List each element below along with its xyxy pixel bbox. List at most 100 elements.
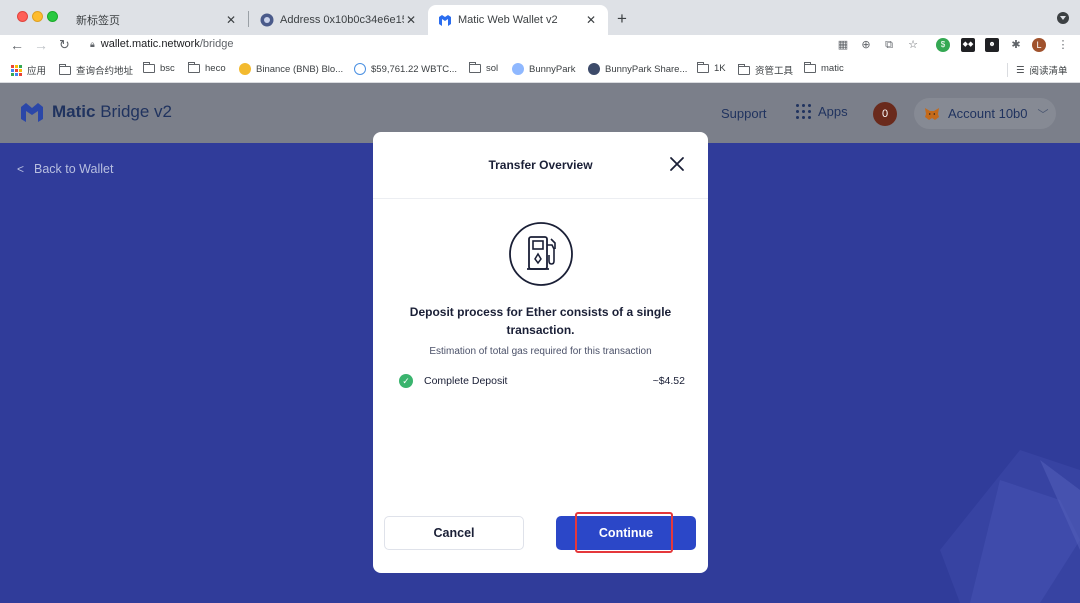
bunnypark-icon [512, 63, 524, 75]
cancel-button[interactable]: Cancel [384, 516, 524, 550]
translate-icon[interactable]: ⧉ [882, 38, 896, 52]
transfer-overview-modal: Transfer Overview Deposit process for Et… [373, 132, 708, 573]
bookmark-folder[interactable]: sol [469, 62, 499, 74]
bookmark-label: 查询合约地址 [76, 66, 134, 77]
brand-bold: Matic [52, 102, 96, 121]
polygonscan-favicon-icon [260, 13, 274, 27]
browser-tab-matic-wallet[interactable]: Matic Web Wallet v2 ✕ [428, 5, 608, 35]
new-tab-icon[interactable]: + [617, 9, 627, 29]
account-label: Account 10b0 [948, 106, 1028, 121]
zoom-window-button[interactable] [47, 11, 58, 22]
browser-tab-newtab[interactable]: 新标签页 ✕ [66, 5, 248, 35]
bookmark-folder[interactable]: 1K [697, 62, 726, 74]
bookmark-link[interactable]: BunnyPark [512, 63, 575, 75]
bookmark-label: heco [205, 63, 226, 74]
apps-label: Apps [818, 104, 848, 119]
folder-icon [469, 62, 481, 73]
metamask-fox-icon [925, 107, 939, 120]
tab-close-icon[interactable]: ✕ [404, 13, 418, 27]
bookmark-star-icon[interactable]: ☆ [906, 38, 920, 52]
step-row: ✓ Complete Deposit ~$4.52 [399, 373, 685, 389]
extension-dark-icon[interactable]: ◆◆ [961, 38, 975, 52]
bookmark-link[interactable]: Binance (BNB) Blo... [239, 63, 343, 75]
extension-green-icon[interactable]: $ [936, 38, 950, 52]
folder-icon [804, 62, 816, 73]
extension-face-icon[interactable]: ☻ [985, 38, 999, 52]
reading-list-icon: ☰ [1016, 64, 1025, 76]
account-dropdown[interactable]: Account 10b0 ﹀ [914, 98, 1056, 129]
folder-icon [188, 62, 200, 73]
support-link[interactable]: Support [721, 106, 767, 121]
annotation-highlight-box [575, 512, 673, 553]
brand-rest: Bridge v2 [95, 102, 173, 121]
back-link-label: Back to Wallet [34, 162, 114, 176]
bookmark-label: matic [821, 63, 844, 74]
profile-avatar[interactable]: L [1032, 38, 1046, 52]
extensions-puzzle-icon[interactable]: ✱ [1009, 38, 1023, 52]
deposit-headline: Deposit process for Ether consists of a … [409, 305, 672, 337]
url-path: /bridge [199, 38, 234, 50]
background-illustration [940, 450, 1080, 603]
apps-grid-icon [11, 64, 22, 76]
bookmark-label: $59,761.22 WBTC... [371, 63, 458, 75]
bunnypark-share-icon [588, 63, 600, 75]
folder-icon [59, 63, 71, 75]
reading-list-label: 阅读清单 [1029, 66, 1068, 77]
matic-logo-icon[interactable] [20, 101, 44, 123]
url-field[interactable]: 🔒︎ wallet.matic.network/bridge [90, 38, 233, 50]
bookmark-folder[interactable]: matic [804, 62, 844, 74]
gas-estimate-label: Estimation of total gas required for thi… [429, 346, 652, 357]
bookmark-folder[interactable]: 资管工具 [738, 63, 793, 77]
tab-separator [248, 11, 249, 27]
browser-tabbar: 新标签页 ✕ Address 0x10b0c34e6e153c2c ✕ Mati… [0, 0, 1080, 35]
bookmark-label: 1K [714, 63, 726, 74]
tab-close-icon[interactable]: ✕ [224, 13, 238, 27]
browser-menu-icon[interactable]: ⋮ [1056, 38, 1070, 52]
browser-toolbar: ← → ↻ 🔒︎ wallet.matic.network/bridge ▦ ⊕… [0, 35, 1080, 57]
modal-divider [373, 198, 708, 199]
modal-title: Transfer Overview [488, 158, 593, 172]
matic-favicon-icon [439, 15, 451, 26]
bookmark-apps[interactable]: 应用 [11, 63, 46, 77]
app-brand[interactable]: Matic Bridge v2 [52, 102, 172, 122]
back-arrow-icon[interactable]: ← [10, 37, 24, 53]
bookmark-folder[interactable]: heco [188, 62, 226, 74]
back-to-wallet-link[interactable]: < Back to Wallet [17, 162, 113, 176]
chevron-down-icon: ﹀ [1037, 108, 1049, 121]
bookmark-label: 应用 [27, 66, 47, 77]
tab-close-icon[interactable]: ✕ [584, 13, 598, 27]
lock-icon[interactable]: 🔒︎ [90, 39, 95, 50]
reading-list[interactable]: ☰ 阅读清单 [1016, 63, 1068, 78]
folder-icon [738, 63, 750, 75]
bookmark-label: Binance (BNB) Blo... [256, 63, 344, 75]
bookmark-label: 资管工具 [755, 66, 794, 77]
folder-icon [143, 62, 155, 73]
wbtc-icon [354, 63, 366, 75]
tab-title: 新标签页 [76, 15, 120, 27]
minimize-window-button[interactable] [32, 11, 43, 22]
apps-grid-icon [796, 104, 811, 119]
step-cost: ~$4.52 [652, 375, 685, 387]
bookmark-link[interactable]: $59,761.22 WBTC... [354, 63, 457, 75]
browser-tab-address[interactable]: Address 0x10b0c34e6e153c2c ✕ [250, 5, 428, 35]
qr-code-icon[interactable]: ▦ [836, 38, 850, 52]
check-circle-icon: ✓ [399, 374, 413, 388]
forward-arrow-icon[interactable]: → [34, 37, 48, 53]
bookmarks-bar: 应用 查询合约地址 bsc heco Binance (BNB) Blo... … [0, 57, 1080, 83]
install-app-icon[interactable]: ⊕ [859, 38, 873, 52]
bookmark-label: sol [486, 63, 499, 74]
step-label: Complete Deposit [424, 375, 508, 387]
apps-menu-button[interactable]: Apps [796, 104, 848, 119]
bookmark-folder[interactable]: 查询合约地址 [59, 63, 133, 77]
chevron-left-icon: < [17, 162, 25, 176]
reload-icon[interactable]: ↻ [59, 37, 70, 53]
bookmark-folder[interactable]: bsc [143, 62, 175, 74]
close-window-button[interactable] [17, 11, 28, 22]
close-icon[interactable] [667, 154, 687, 174]
notification-badge[interactable]: 0 [873, 102, 897, 126]
folder-icon [697, 62, 709, 73]
gas-pump-icon [509, 222, 573, 286]
tab-search-icon[interactable] [1057, 12, 1069, 24]
bookmark-link[interactable]: BunnyPark Share... [588, 63, 687, 75]
bookmark-label: BunnyPark [529, 63, 576, 75]
